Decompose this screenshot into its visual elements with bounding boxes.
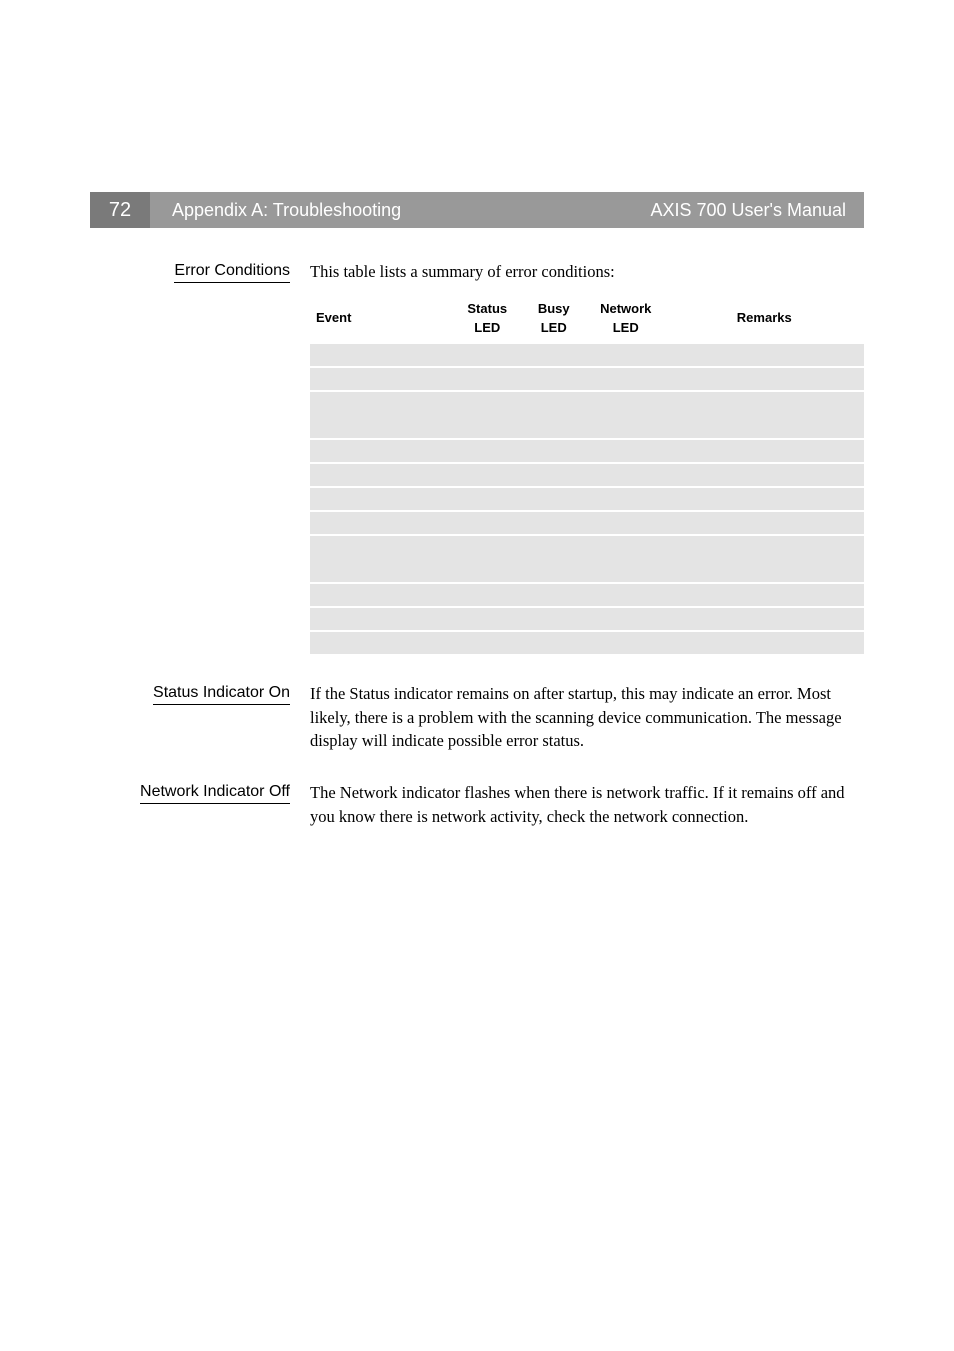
table-cell [454, 392, 520, 438]
table-cell [665, 464, 864, 486]
side-heading: Error Conditions [90, 260, 310, 283]
table-cell [310, 512, 454, 534]
table-cell [665, 608, 864, 630]
table-cell [587, 632, 665, 654]
table-cell [454, 512, 520, 534]
table-cell [521, 536, 587, 582]
page-header: 72 Appendix A: Troubleshooting AXIS 700 … [90, 192, 864, 228]
side-heading-text: Error Conditions [174, 262, 290, 283]
table-row [310, 464, 864, 486]
table-cell [587, 464, 665, 486]
table-row [310, 392, 864, 438]
table-cell [454, 632, 520, 654]
table-row [310, 368, 864, 390]
section-status-indicator-on: Status Indicator On If the Status indica… [90, 682, 864, 754]
table-row [310, 632, 864, 654]
table-cell [665, 584, 864, 606]
table-cell [521, 488, 587, 510]
table-cell [454, 608, 520, 630]
table-cell [587, 512, 665, 534]
table-cell [521, 368, 587, 390]
table-cell [310, 464, 454, 486]
status-indicator-on-body: If the Status indicator remains on after… [310, 682, 864, 754]
table-cell [665, 368, 864, 390]
table-cell [521, 608, 587, 630]
table-cell [587, 440, 665, 462]
table-cell [665, 512, 864, 534]
table-cell [454, 536, 520, 582]
table-row [310, 512, 864, 534]
table-row [310, 344, 864, 366]
table-cell [310, 440, 454, 462]
table-cell [454, 464, 520, 486]
table-cell [310, 536, 454, 582]
table-cell [310, 584, 454, 606]
error-conditions-intro: This table lists a summary of error cond… [310, 260, 864, 284]
table-cell [587, 488, 665, 510]
table-cell [454, 488, 520, 510]
table-cell [454, 368, 520, 390]
table-cell [665, 536, 864, 582]
table-row [310, 536, 864, 582]
side-heading: Status Indicator On [90, 682, 310, 705]
table-cell [310, 392, 454, 438]
side-heading-text: Network Indicator Off [140, 783, 290, 804]
col-header-status-led: Status LED [454, 294, 520, 344]
table-cell [521, 464, 587, 486]
table-cell [521, 632, 587, 654]
table-cell [310, 368, 454, 390]
table-row [310, 608, 864, 630]
page-number: 72 [90, 192, 150, 228]
table-cell [310, 488, 454, 510]
table-cell [587, 608, 665, 630]
col-header-busy-led: Busy LED [521, 294, 587, 344]
table-row [310, 440, 864, 462]
table-cell [521, 392, 587, 438]
table-row [310, 584, 864, 606]
table-header-row: Event Status LED Busy LED Network LED Re… [310, 294, 864, 344]
table-cell [454, 440, 520, 462]
table-cell [310, 608, 454, 630]
error-conditions-table: Event Status LED Busy LED Network LED Re… [310, 294, 864, 654]
table-cell [665, 440, 864, 462]
table-cell [454, 584, 520, 606]
section-error-conditions: Error Conditions This table lists a summ… [90, 260, 864, 654]
side-heading: Network Indicator Off [90, 781, 310, 804]
table-cell [587, 392, 665, 438]
table-cell [521, 584, 587, 606]
table-cell [587, 344, 665, 366]
table-cell [310, 344, 454, 366]
document-title: AXIS 700 User's Manual [650, 200, 846, 221]
table-cell [665, 344, 864, 366]
side-heading-text: Status Indicator On [153, 684, 290, 705]
col-header-network-led: Network LED [587, 294, 665, 344]
network-indicator-off-body: The Network indicator flashes when there… [310, 781, 864, 829]
col-header-event: Event [310, 294, 454, 344]
table-cell [521, 440, 587, 462]
table-cell [310, 632, 454, 654]
header-titles: Appendix A: Troubleshooting AXIS 700 Use… [150, 192, 864, 228]
section-network-indicator-off: Network Indicator Off The Network indica… [90, 781, 864, 829]
table-cell [587, 536, 665, 582]
col-header-remarks: Remarks [665, 294, 864, 344]
table-row [310, 488, 864, 510]
table-cell [521, 344, 587, 366]
table-cell [665, 632, 864, 654]
table-cell [521, 512, 587, 534]
table-cell [665, 392, 864, 438]
table-cell [454, 344, 520, 366]
section-title: Appendix A: Troubleshooting [172, 200, 401, 221]
table-cell [587, 584, 665, 606]
table-cell [665, 488, 864, 510]
table-cell [587, 368, 665, 390]
